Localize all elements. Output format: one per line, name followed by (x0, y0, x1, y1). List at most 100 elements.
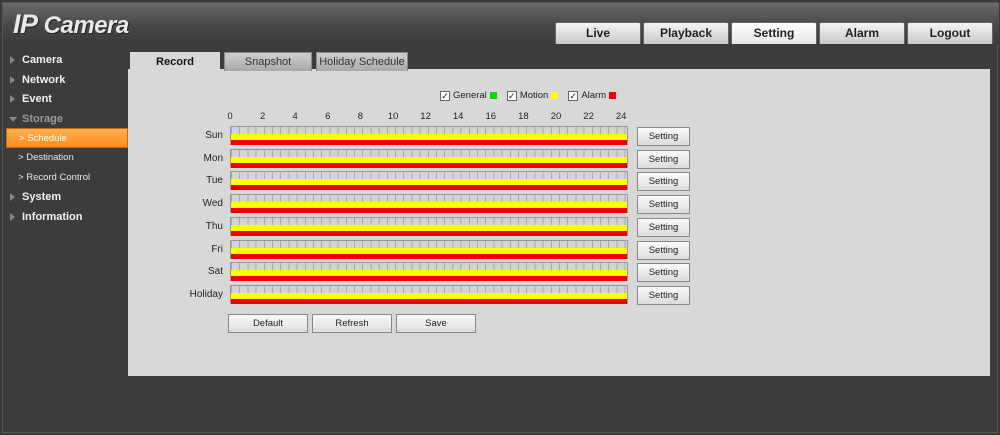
sidebar-item-label: Storage (22, 112, 63, 125)
tab-record[interactable]: Record (130, 52, 220, 71)
alarm-checkbox[interactable]: ✓ (568, 90, 579, 101)
sidebar-item-label: Network (22, 73, 66, 86)
hour-tick-label: 10 (387, 111, 399, 122)
sidebar-item-storage[interactable]: Storage (6, 109, 128, 129)
setting-button[interactable]: Setting (637, 240, 690, 260)
sidebar-item-label: Event (22, 93, 52, 106)
legend-general: ✓ General (440, 90, 497, 101)
hour-ticks (231, 285, 627, 293)
motion-checkbox[interactable]: ✓ (506, 90, 517, 101)
tab-setting[interactable]: Setting (731, 22, 817, 44)
hour-tick-label: 14 (452, 111, 464, 122)
setting-button[interactable]: Setting (637, 217, 690, 237)
sidebar-item-label: Information (22, 210, 83, 223)
day-label: Fri (211, 243, 223, 255)
setting-button[interactable]: Setting (637, 149, 690, 169)
schedule-bar[interactable] (230, 239, 628, 259)
alarm-swatch (609, 92, 617, 99)
logo-ip: IP (13, 9, 38, 39)
day-label: Wed (202, 198, 223, 210)
hour-ticks (231, 217, 627, 225)
alarm-segment (231, 276, 627, 282)
sidebar-item-system[interactable]: System (6, 187, 128, 207)
default-button[interactable]: Default (228, 314, 308, 333)
tab-logout[interactable]: Logout (907, 22, 993, 44)
hour-ticks (231, 127, 627, 134)
setting-button[interactable]: Setting (637, 285, 690, 305)
hour-tick-label: 12 (420, 111, 431, 122)
schedule-bar[interactable] (230, 171, 628, 191)
chevron-right-icon (10, 212, 15, 221)
hour-ticks (231, 149, 627, 157)
refresh-button[interactable]: Refresh (312, 314, 392, 333)
schedule-bar[interactable] (230, 126, 628, 145)
top-nav: Live Playback Setting Alarm Logout (555, 22, 993, 44)
sidebar-subitem-label: Schedule (27, 133, 67, 145)
legend: ✓ General ✓ Motion ✓ Alarm (440, 90, 617, 101)
sidebar-item-camera[interactable]: Camera (6, 50, 128, 70)
legend-label: Alarm (581, 90, 607, 101)
hour-tick-label: 20 (550, 111, 562, 122)
alarm-segment (231, 230, 627, 236)
save-button[interactable]: Save (396, 314, 476, 333)
day-label: Holiday (189, 288, 223, 300)
sidebar-subitem-label: Destination (26, 151, 74, 163)
sidebar-item-information[interactable]: Information (6, 207, 128, 227)
legend-motion: ✓ Motion (506, 90, 559, 101)
schedule-bar[interactable] (230, 262, 628, 282)
alarm-segment (231, 208, 627, 214)
hour-tick-label: 0 (227, 111, 233, 122)
hour-ticks (231, 172, 627, 180)
schedule-bar[interactable] (230, 216, 628, 236)
hour-tick-label: 8 (357, 111, 364, 122)
sidebar-item-event[interactable]: Event (6, 89, 128, 109)
legend-label: General (453, 90, 487, 101)
chevron-right-icon: > (18, 151, 24, 163)
setting-button[interactable]: Setting (637, 263, 690, 283)
setting-button[interactable]: Setting (637, 195, 690, 215)
chevron-down-icon (9, 116, 17, 122)
sidebar-subitem-record-control[interactable]: > Record Control (6, 168, 128, 188)
chevron-right-icon (10, 75, 15, 84)
day-label: Sun (205, 130, 223, 141)
chevron-right-icon (10, 193, 15, 202)
legend-alarm: ✓ Alarm (568, 90, 617, 101)
day-label: Thu (205, 220, 223, 232)
day-label: Mon (203, 152, 223, 164)
setting-button[interactable]: Setting (637, 172, 690, 192)
day-label: Sat (207, 266, 223, 278)
sidebar-subitem-destination[interactable]: > Destination (6, 148, 128, 168)
sidebar-item-label: Camera (22, 54, 63, 66)
alarm-segment (231, 185, 627, 191)
motion-swatch (551, 92, 559, 99)
legend-label: Motion (519, 90, 549, 101)
alarm-segment (231, 253, 627, 259)
header: IP Camera Live Playback Setting Alarm Lo… (3, 3, 999, 45)
schedule-bar[interactable] (230, 148, 628, 168)
tab-live[interactable]: Live (555, 22, 641, 44)
schedule-bar[interactable] (230, 284, 628, 304)
hour-tick-label: 4 (292, 111, 298, 122)
tab-playback[interactable]: Playback (643, 22, 729, 44)
sub-tabs: Record Snapshot Holiday Schedule (130, 52, 408, 71)
chevron-right-icon (10, 56, 15, 64)
general-checkbox[interactable]: ✓ (440, 90, 450, 101)
logo-camera: Camera (37, 12, 130, 39)
hour-ticks (231, 263, 627, 271)
tab-holiday-schedule[interactable]: Holiday Schedule (316, 52, 408, 71)
hour-tick-label: 2 (259, 111, 266, 122)
hour-tick-label: 18 (518, 111, 529, 122)
sidebar-subitem-schedule[interactable]: > Schedule (6, 128, 128, 148)
tab-alarm[interactable]: Alarm (819, 22, 905, 44)
day-label: Tue (206, 175, 223, 187)
alarm-segment (231, 162, 627, 168)
tab-snapshot[interactable]: Snapshot (224, 52, 312, 71)
alarm-segment (231, 140, 627, 145)
hour-tick-label: 24 (615, 111, 627, 122)
chevron-right-icon: > (19, 133, 25, 145)
schedule-bar[interactable] (230, 194, 628, 214)
sidebar-item-network[interactable]: Network (6, 70, 128, 90)
sidebar-subitem-label: Record Control (26, 171, 91, 183)
hour-tick-label: 6 (325, 111, 331, 122)
setting-button[interactable]: Setting (637, 127, 690, 146)
